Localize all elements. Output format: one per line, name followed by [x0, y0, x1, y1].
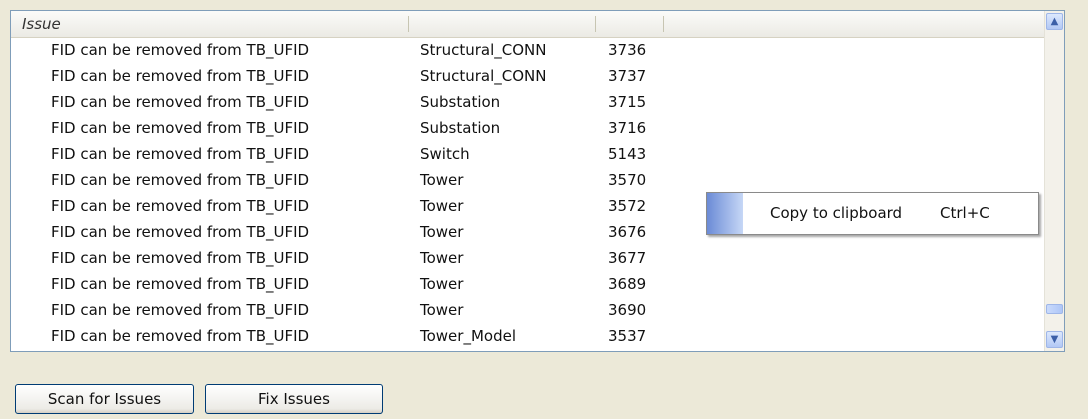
- vertical-scrollbar[interactable]: ▲ ▼: [1044, 11, 1064, 351]
- listview-header: Issue: [11, 11, 1057, 38]
- cell-issue: FID can be removed from TB_UFID: [51, 67, 310, 85]
- cell-fid: 3537: [608, 327, 647, 345]
- scan-for-issues-button[interactable]: Scan for Issues: [15, 384, 194, 414]
- cell-issue: FID can be removed from TB_UFID: [51, 223, 310, 241]
- cell-fid: 3676: [608, 223, 647, 241]
- cell-feature: Substation: [420, 119, 501, 137]
- cell-feature: Tower: [420, 223, 464, 241]
- cell-issue: FID can be removed from TB_UFID: [51, 93, 310, 111]
- cell-fid: 3690: [608, 301, 647, 319]
- cell-issue: FID can be removed from TB_UFID: [51, 145, 310, 163]
- cell-fid: 3689: [608, 275, 647, 293]
- menu-item-shortcut: Ctrl+C: [940, 204, 990, 222]
- cell-issue: FID can be removed from TB_UFID: [51, 41, 310, 59]
- chevron-down-icon[interactable]: ▼: [1046, 331, 1063, 348]
- cell-feature: Tower: [420, 275, 464, 293]
- cell-issue: FID can be removed from TB_UFID: [51, 301, 310, 319]
- scrollbar-thumb[interactable]: [1046, 304, 1063, 314]
- cell-fid: 3716: [608, 119, 647, 137]
- cell-issue: FID can be removed from TB_UFID: [51, 275, 310, 293]
- cell-feature: Tower: [420, 301, 464, 319]
- table-row[interactable]: FID can be removed from TB_UFID Substatio…: [11, 89, 1047, 115]
- chevron-up-icon[interactable]: ▲: [1046, 13, 1063, 30]
- cell-feature: Tower: [420, 197, 464, 215]
- context-menu: Copy to clipboard Ctrl+C: [706, 192, 1039, 235]
- table-row[interactable]: FID can be removed from TB_UFID Substatio…: [11, 115, 1047, 141]
- cell-feature: Switch: [420, 145, 470, 163]
- table-row[interactable]: FID can be removed from TB_UFID Switch 514…: [11, 141, 1047, 167]
- column-header-issue[interactable]: Issue: [11, 11, 408, 37]
- column-separator[interactable]: [663, 16, 664, 32]
- cell-issue: FID can be removed from TB_UFID: [51, 197, 310, 215]
- context-menu-gutter: [707, 193, 743, 234]
- issues-listview[interactable]: Issue FID can be removed from TB_UFID Str…: [10, 10, 1065, 352]
- cell-issue: FID can be removed from TB_UFID: [51, 171, 310, 189]
- cell-fid: 3570: [608, 171, 647, 189]
- cell-fid: 3737: [608, 67, 647, 85]
- column-header-fid[interactable]: [596, 11, 663, 37]
- table-row[interactable]: FID can be removed from TB_UFID Tower 3690: [11, 297, 1047, 323]
- table-row[interactable]: FID can be removed from TB_UFID Structura…: [11, 37, 1047, 63]
- cell-fid: 5143: [608, 145, 647, 163]
- table-row[interactable]: FID can be removed from TB_UFID Tower 3570: [11, 167, 1047, 193]
- menu-item-label: Copy to clipboard: [770, 204, 903, 222]
- cell-fid: 3736: [608, 41, 647, 59]
- cell-fid: 3715: [608, 93, 647, 111]
- table-row[interactable]: FID can be removed from TB_UFID Tower_Mod…: [11, 323, 1047, 349]
- table-row[interactable]: FID can be removed from TB_UFID Tower 3689: [11, 271, 1047, 297]
- cell-issue: FID can be removed from TB_UFID: [51, 249, 310, 267]
- cell-fid: 3677: [608, 249, 647, 267]
- cell-feature: Substation: [420, 93, 501, 111]
- table-row[interactable]: FID can be removed from TB_UFID Structura…: [11, 63, 1047, 89]
- cell-fid: 3572: [608, 197, 647, 215]
- cell-issue: FID can be removed from TB_UFID: [51, 327, 310, 345]
- cell-feature: Structural_CONN: [420, 67, 547, 85]
- cell-feature: Structural_CONN: [420, 41, 547, 59]
- cell-feature: Tower: [420, 249, 464, 267]
- cell-feature: Tower: [420, 171, 464, 189]
- cell-issue: FID can be removed from TB_UFID: [51, 119, 310, 137]
- column-header-feature[interactable]: [409, 11, 595, 37]
- cell-feature: Tower_Model: [420, 327, 516, 345]
- table-row[interactable]: FID can be removed from TB_UFID Tower 3677: [11, 245, 1047, 271]
- fix-issues-button[interactable]: Fix Issues: [205, 384, 383, 414]
